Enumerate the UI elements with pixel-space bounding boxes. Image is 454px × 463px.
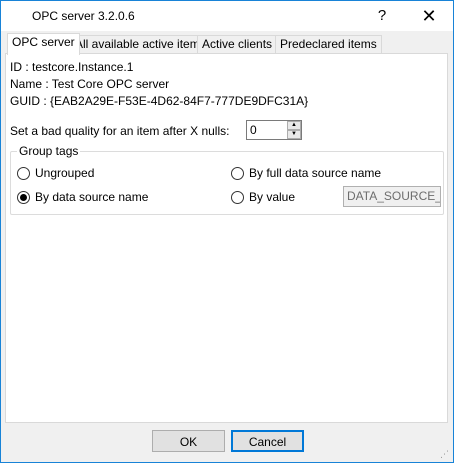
radio-by-full-name-label: By full data source name bbox=[249, 166, 382, 180]
server-id: ID : testcore.Instance.1 bbox=[10, 60, 134, 74]
radio-circle[interactable] bbox=[231, 190, 244, 204]
radio-circle[interactable] bbox=[17, 166, 30, 180]
cancel-button[interactable]: Cancel bbox=[231, 430, 304, 452]
radio-by-data-source-name[interactable]: By data source name bbox=[17, 190, 148, 204]
server-guid: GUID : {EAB2A29E-F53E-4D62-84F7-777DE9DF… bbox=[10, 94, 309, 108]
bad-quality-stepper[interactable]: 0 ▲ ▼ bbox=[246, 120, 302, 140]
spin-down-icon[interactable]: ▼ bbox=[287, 130, 301, 139]
radio-by-name-label: By data source name bbox=[35, 190, 149, 204]
tab-active-clients[interactable]: Active clients bbox=[197, 35, 278, 54]
window-title: OPC server 3.2.0.6 bbox=[32, 9, 135, 23]
tab-panel: ID : testcore.Instance.1 Name : Test Cor… bbox=[5, 53, 448, 423]
help-icon[interactable]: ? bbox=[369, 4, 395, 28]
resize-grip-icon[interactable]: ⋰ bbox=[440, 449, 450, 459]
radio-by-value-label: By value bbox=[249, 190, 296, 204]
tab-all-available-active-items[interactable]: All available active items bbox=[70, 35, 211, 54]
radio-by-value[interactable]: By value bbox=[231, 190, 295, 204]
ok-button[interactable]: OK bbox=[152, 430, 225, 452]
radio-circle[interactable] bbox=[231, 166, 244, 180]
tab-opc-server[interactable]: OPC server bbox=[7, 33, 80, 55]
spin-up-icon[interactable]: ▲ bbox=[287, 121, 301, 130]
group-tags-box: Group tags Ungrouped By full data source… bbox=[10, 144, 444, 215]
close-icon[interactable]: ✕ bbox=[407, 4, 451, 28]
group-value-input[interactable]: DATA_SOURCE_ID bbox=[343, 186, 441, 207]
dialog-window: OPC server 3.2.0.6 ? ✕ OPC server All av… bbox=[0, 0, 454, 463]
title-bar: OPC server 3.2.0.6 ? ✕ bbox=[1, 1, 453, 31]
radio-ungrouped-label: Ungrouped bbox=[35, 166, 95, 180]
tab-predeclared-items[interactable]: Predeclared items bbox=[275, 35, 382, 54]
radio-by-full-data-source-name[interactable]: By full data source name bbox=[231, 166, 381, 180]
server-name: Name : Test Core OPC server bbox=[10, 77, 170, 91]
group-tags-label: Group tags bbox=[17, 144, 81, 158]
spin-buttons: ▲ ▼ bbox=[287, 121, 301, 139]
radio-circle-checked[interactable] bbox=[17, 190, 30, 204]
bad-quality-label: Set a bad quality for an item after X nu… bbox=[10, 124, 230, 138]
bad-quality-value[interactable]: 0 bbox=[250, 123, 257, 137]
radio-ungrouped[interactable]: Ungrouped bbox=[17, 166, 94, 180]
